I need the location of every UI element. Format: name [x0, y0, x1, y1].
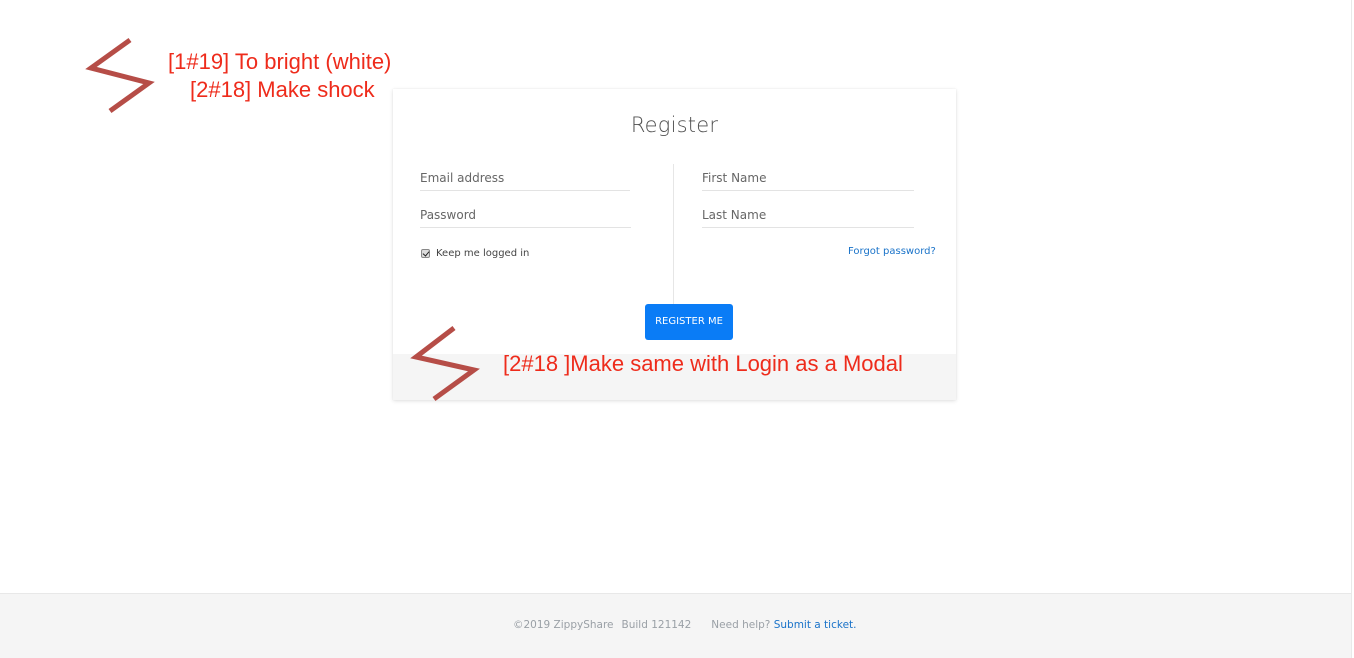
footer-help-text: Need help? — [711, 619, 771, 631]
footer-build: Build 121142 — [621, 619, 692, 631]
annotation-scribble-top — [85, 37, 155, 114]
first-name-field[interactable]: First Name — [702, 165, 914, 191]
annotation-scribble-bottom — [410, 326, 480, 402]
submit-ticket-link[interactable]: Submit a ticket — [774, 619, 853, 631]
keep-logged-in-label: Keep me logged in — [436, 247, 530, 259]
last-name-placeholder: Last Name — [702, 208, 767, 222]
footer-copyright: ©2019 ZippyShare — [513, 619, 614, 631]
annotation-note-1: [1#19] To bright (white) — [168, 49, 392, 74]
column-divider — [673, 164, 674, 304]
annotation-note-3: [2#18 ]Make same with Login as a Modal — [503, 351, 903, 376]
first-name-placeholder: First Name — [702, 171, 767, 185]
register-button[interactable]: REGISTER ME — [645, 304, 733, 340]
keep-logged-in-checkbox[interactable] — [421, 248, 430, 258]
email-placeholder: Email address — [420, 171, 505, 185]
email-field[interactable]: Email address — [420, 165, 630, 191]
footer-text: ©2019 ZippyShare Build 121142 Need help? S… — [513, 619, 857, 631]
last-name-field[interactable]: Last Name — [702, 202, 914, 228]
password-placeholder: Password — [420, 208, 477, 222]
keep-logged-in-row[interactable]: Keep me logged in — [421, 246, 529, 260]
page: [1#19] To bright (white) [2#18] Make sho… — [0, 0, 1354, 658]
forgot-password-link[interactable]: Forgot password? — [848, 246, 936, 257]
page-footer: ©2019 ZippyShare Build 121142 Need help? S… — [0, 593, 1351, 658]
password-field[interactable]: Password — [420, 202, 631, 228]
footer-help-suffix: . — [853, 619, 857, 631]
annotation-note-2: [2#18] Make shock — [190, 77, 375, 102]
register-title: Register — [630, 113, 719, 137]
